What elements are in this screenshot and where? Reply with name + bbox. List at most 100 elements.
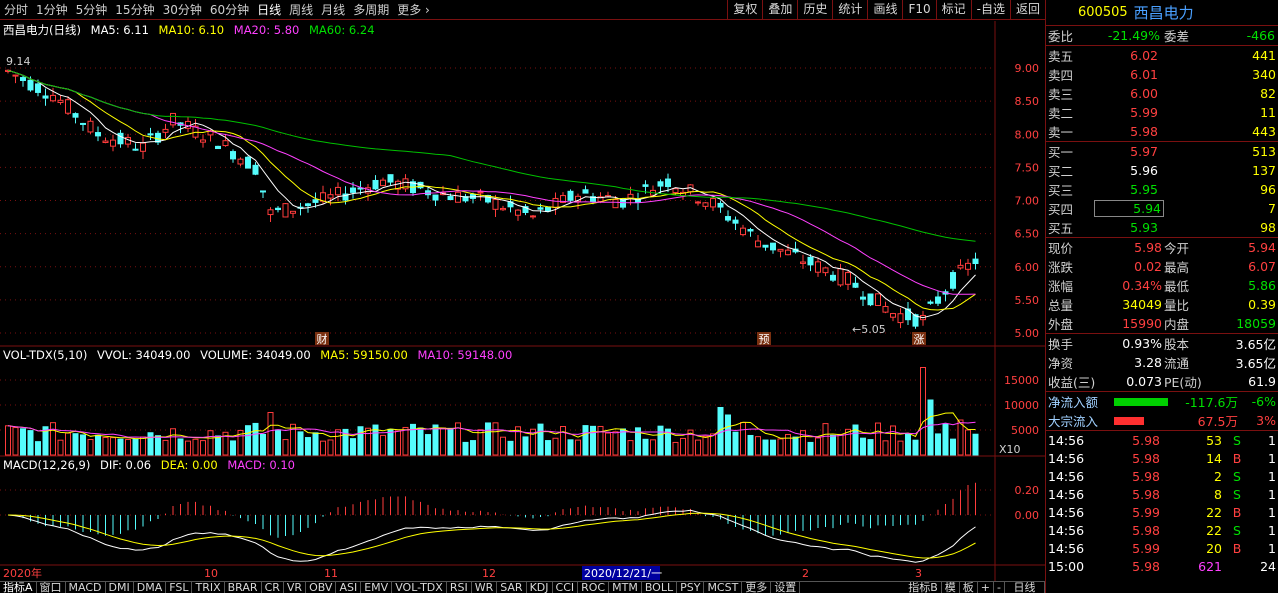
stock-code[interactable]: 600505 bbox=[1078, 5, 1128, 20]
tick-side: B bbox=[1232, 504, 1242, 520]
flow-pct: 3% bbox=[1256, 413, 1276, 428]
indicator-tab-12[interactable]: EMV bbox=[361, 582, 393, 593]
candle-body bbox=[477, 191, 484, 194]
stats-button[interactable]: 统计 bbox=[832, 0, 867, 20]
bid-row[interactable]: 买四 5.94 7 bbox=[1046, 199, 1278, 218]
f10-button[interactable]: F10 bbox=[902, 0, 935, 20]
indicator-tab-7[interactable]: BRAR bbox=[225, 582, 262, 593]
main-legend: 西昌电力(日线) MA5: 6.11 MA10: 6.10 MA20: 5.80… bbox=[3, 23, 381, 37]
indicator-tab-15[interactable]: WR bbox=[472, 582, 498, 593]
ask-row[interactable]: 卖二 5.99 11 bbox=[1046, 103, 1278, 122]
period-tab-1min[interactable]: 1分钟 bbox=[32, 0, 72, 20]
bid-book: 买一 5.97 513 买二 5.96 137 买三 5.95 96 买四 5.94 7 买五 5.93 9… bbox=[1046, 141, 1278, 237]
indicator-tab-21[interactable]: BOLL bbox=[642, 582, 678, 593]
flow-row: 大宗流入 67.5万 3% bbox=[1046, 411, 1278, 430]
volume-bar bbox=[815, 437, 821, 456]
period-tab-multi[interactable]: 多周期 bbox=[349, 0, 393, 20]
fund-label: 净资 bbox=[1048, 356, 1074, 371]
tabbar-right-0[interactable]: 指标B bbox=[905, 582, 942, 593]
indicator-tab-9[interactable]: VR bbox=[284, 582, 307, 593]
indicator-tab-2[interactable]: MACD bbox=[66, 582, 106, 593]
ask-row[interactable]: 卖一 5.98 443 bbox=[1046, 122, 1278, 141]
indicator-tab-8[interactable]: CR bbox=[262, 582, 284, 593]
period-tab-monthly[interactable]: 月线 bbox=[317, 0, 349, 20]
candle-body bbox=[380, 179, 386, 187]
bid-row[interactable]: 买一 5.97 513 bbox=[1046, 142, 1278, 161]
tabbar-right-4[interactable]: - bbox=[994, 582, 1005, 593]
indicator-tab-6[interactable]: TRIX bbox=[192, 582, 225, 593]
volume-bar bbox=[170, 428, 176, 456]
volume-bar bbox=[207, 430, 214, 456]
back-button[interactable]: 返回 bbox=[1009, 0, 1045, 20]
period-tab-more[interactable]: 更多 › bbox=[393, 0, 434, 20]
ask-row[interactable]: 卖四 6.01 340 bbox=[1046, 65, 1278, 84]
period-tab-weekly[interactable]: 周线 bbox=[285, 0, 317, 20]
stock-name[interactable]: 西昌电力 bbox=[1134, 2, 1194, 23]
indicator-tab-20[interactable]: MTM bbox=[609, 582, 642, 593]
period-tab-30min[interactable]: 30分钟 bbox=[159, 0, 206, 20]
indicator-tab-4[interactable]: DMA bbox=[134, 582, 167, 593]
kline-chart-svg[interactable]: 9.00 8.50 8.00 7.50 7.00 6.50 6.00 5.50 5.00 1500… bbox=[0, 21, 1045, 581]
indicator-tab-13[interactable]: VOL-TDX bbox=[392, 582, 447, 593]
indicator-tab-24[interactable]: 更多 bbox=[742, 582, 772, 593]
history-button[interactable]: 历史 bbox=[797, 0, 832, 20]
period-tab-daily[interactable]: 日线 bbox=[253, 0, 285, 20]
remove-watchlist-button[interactable]: -自选 bbox=[970, 0, 1010, 20]
candle-body bbox=[815, 261, 821, 273]
candle-body bbox=[282, 203, 289, 218]
bid-row[interactable]: 买三 5.95 96 bbox=[1046, 180, 1278, 199]
period-tab-60min[interactable]: 60分钟 bbox=[206, 0, 253, 20]
draw-button[interactable]: 画线 bbox=[867, 0, 902, 20]
candle-body bbox=[672, 188, 679, 194]
indicator-tab-14[interactable]: RSI bbox=[447, 582, 472, 593]
stat-value: 15990 bbox=[1122, 316, 1162, 331]
tick-price: 5.98 bbox=[1132, 450, 1160, 466]
bid-row[interactable]: 买二 5.96 137 bbox=[1046, 161, 1278, 180]
candle-body bbox=[807, 256, 814, 266]
mark-button[interactable]: 标记 bbox=[935, 0, 971, 20]
ask-row[interactable]: 卖五 6.02 441 bbox=[1046, 46, 1278, 65]
volume-bar bbox=[365, 427, 371, 456]
indicator-tab-11[interactable]: ASI bbox=[336, 582, 362, 593]
candle-body bbox=[252, 164, 259, 175]
ask-row[interactable]: 卖三 6.00 82 bbox=[1046, 84, 1278, 103]
tabbar-right-2[interactable]: 板 bbox=[960, 582, 978, 593]
volume-bar bbox=[87, 439, 94, 456]
tabbar-right-3[interactable]: + bbox=[978, 582, 995, 593]
kline-chart-area[interactable]: 9.00 8.50 8.00 7.50 7.00 6.50 6.00 5.50 5.00 1500… bbox=[0, 21, 1045, 581]
period-tab-15min[interactable]: 15分钟 bbox=[111, 0, 158, 20]
overlay-button[interactable]: 叠加 bbox=[762, 0, 797, 20]
volume-bar bbox=[890, 425, 896, 456]
candle-body bbox=[612, 199, 619, 209]
indicator-tab-17[interactable]: KDJ bbox=[527, 582, 553, 593]
candle-body bbox=[882, 306, 889, 313]
candle-body bbox=[935, 296, 941, 304]
indicator-tab-18[interactable]: CCI bbox=[553, 582, 579, 593]
volume-bar bbox=[470, 440, 476, 456]
price-tick-label: 7.50 bbox=[1015, 161, 1040, 174]
indicator-tab-22[interactable]: PSY bbox=[677, 582, 705, 593]
volume-bar bbox=[275, 429, 281, 456]
indicator-tab-0[interactable]: 指标A bbox=[0, 582, 37, 593]
indicator-tab-3[interactable]: DMI bbox=[106, 582, 134, 593]
period-tab-intraday[interactable]: 分时 bbox=[0, 0, 32, 20]
indicator-tab-23[interactable]: MCST bbox=[704, 582, 743, 593]
tabbar-right-1[interactable]: 模 bbox=[942, 582, 960, 593]
candle-body bbox=[102, 140, 109, 143]
ask-volume: 11 bbox=[1260, 105, 1276, 120]
indicator-tab-19[interactable]: ROC bbox=[578, 582, 610, 593]
tick-side: B bbox=[1232, 450, 1242, 466]
volume-bar bbox=[267, 412, 274, 456]
date-label: 2020年 bbox=[3, 566, 42, 580]
indicator-tab-16[interactable]: SAR bbox=[497, 582, 527, 593]
adjust-button[interactable]: 复权 bbox=[727, 0, 762, 20]
candle-body bbox=[267, 209, 274, 216]
indicator-tab-10[interactable]: OBV bbox=[306, 582, 337, 593]
bid-row[interactable]: 买五 5.93 98 bbox=[1046, 218, 1278, 237]
indicator-tab-1[interactable]: 窗口 bbox=[37, 582, 66, 593]
indicator-tab-5[interactable]: FSL bbox=[166, 582, 193, 593]
fund-value-2: 3.65亿 bbox=[1235, 337, 1276, 352]
period-tab-5min[interactable]: 5分钟 bbox=[72, 0, 112, 20]
period-label[interactable]: 日线 bbox=[1005, 582, 1045, 593]
indicator-tab-25[interactable]: 设置 bbox=[771, 582, 801, 593]
